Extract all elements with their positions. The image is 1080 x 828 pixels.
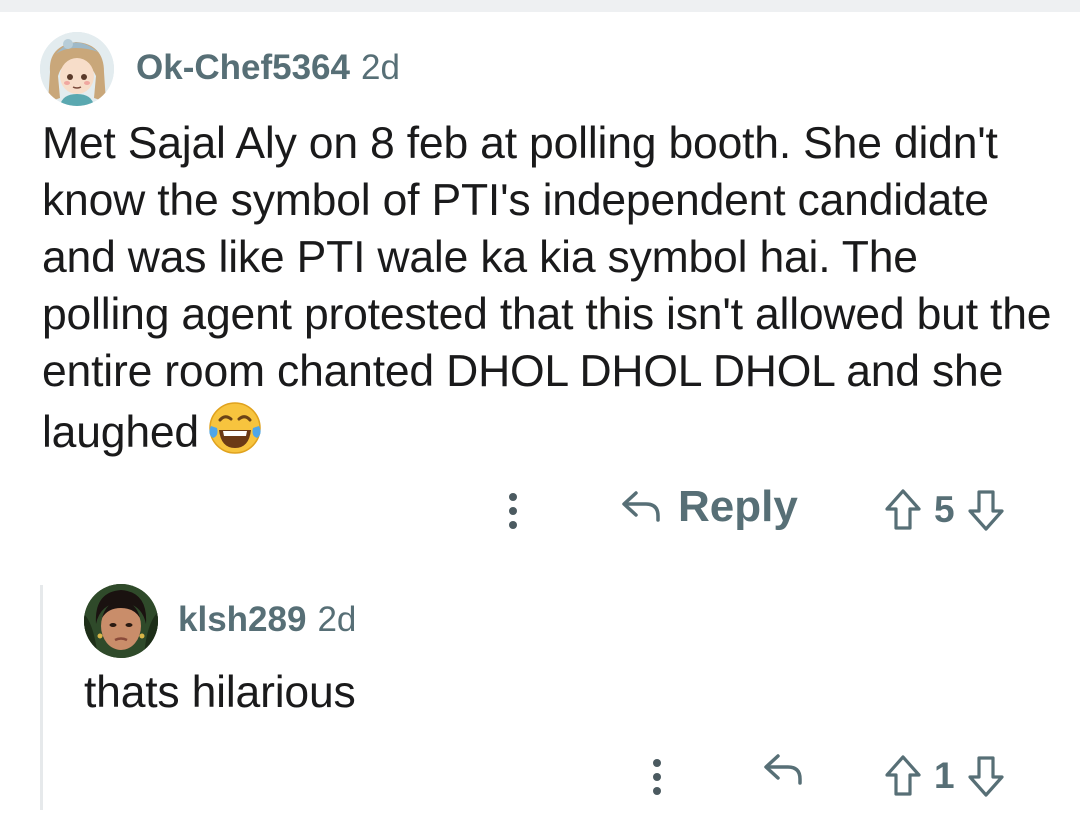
reply-body: thats hilarious (84, 668, 356, 717)
vote-count: 5 (934, 489, 955, 530)
avatar-photo (84, 584, 158, 658)
upvote-arrow-icon[interactable] (884, 488, 922, 532)
downvote-arrow-icon[interactable] (967, 754, 1005, 798)
avatar-illustration (40, 32, 114, 106)
timestamp: 2d (317, 600, 357, 639)
reply-label: Reply (678, 482, 798, 531)
reply-arrow-icon (620, 489, 662, 525)
comment-body: Met Sajal Aly on 8 feb at polling booth.… (42, 115, 1052, 461)
comment-meta: Ok-Chef5364 2d (136, 48, 400, 88)
more-options-icon[interactable] (498, 486, 528, 536)
reply-button[interactable]: Reply (620, 482, 798, 532)
reply-avatar[interactable] (84, 584, 158, 658)
username[interactable]: Ok-Chef5364 (136, 48, 350, 88)
upvote-arrow-icon[interactable] (884, 754, 922, 798)
vote-controls: 5 (884, 488, 1005, 532)
parent-comment: Ok-Chef5364 2d Met Sajal Aly on 8 feb at… (0, 0, 1080, 560)
downvote-arrow-icon[interactable] (967, 488, 1005, 532)
timestamp: 2d (360, 48, 400, 87)
face-with-tears-of-joy-icon (207, 400, 263, 456)
reply-meta: klsh289 2d (178, 600, 356, 640)
more-options-icon[interactable] (642, 752, 672, 802)
reply-arrow-icon (762, 752, 804, 788)
comment-text: Met Sajal Aly on 8 feb at polling booth.… (42, 119, 1052, 457)
username[interactable]: klsh289 (178, 600, 306, 640)
vote-controls: 1 (884, 754, 1005, 798)
vote-count: 1 (934, 755, 955, 796)
reply-button[interactable] (762, 752, 804, 788)
avatar[interactable] (40, 32, 114, 106)
thread-line[interactable] (40, 585, 43, 810)
